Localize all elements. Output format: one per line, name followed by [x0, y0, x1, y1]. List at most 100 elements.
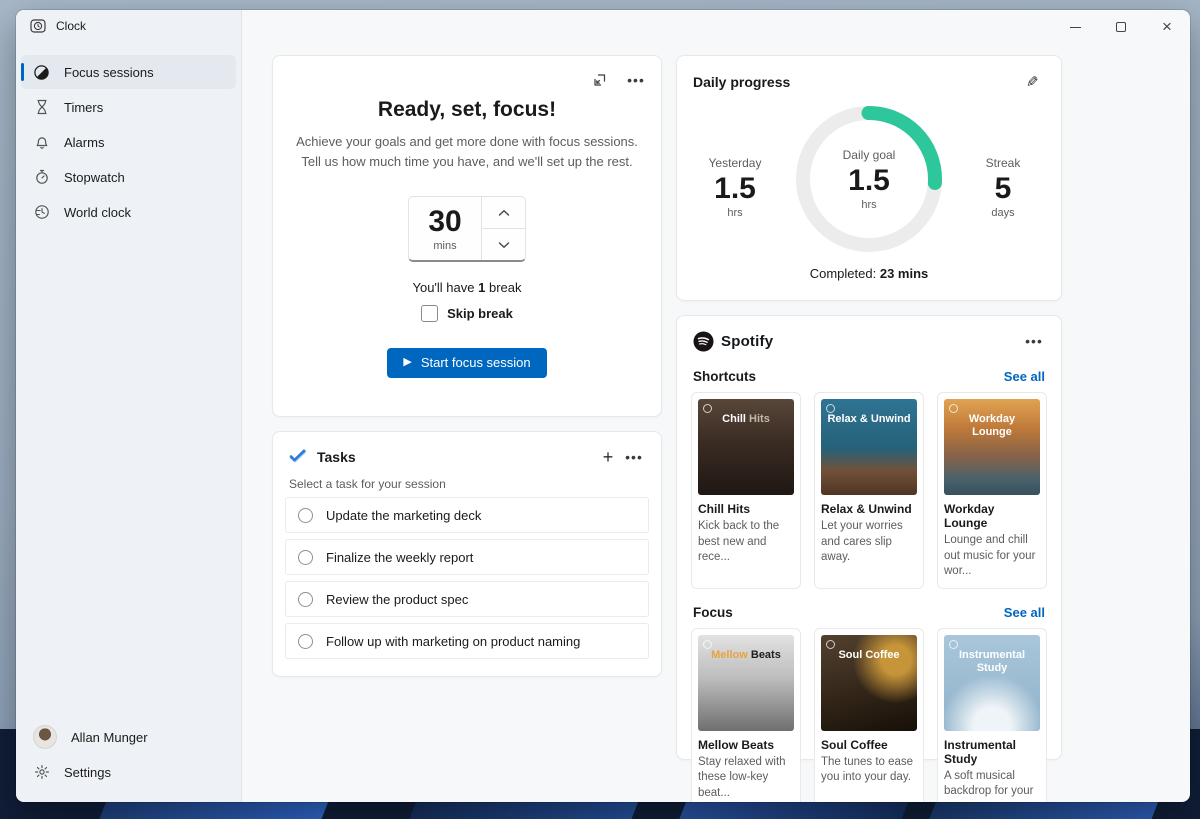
- stopwatch-icon: [33, 169, 50, 186]
- add-task-button[interactable]: +: [595, 445, 621, 469]
- duration-value: 30: [409, 207, 481, 237]
- focus-see-all-link[interactable]: See all: [1004, 605, 1045, 620]
- task-radio[interactable]: [298, 508, 313, 523]
- playlist-art: Workday Lounge: [944, 399, 1040, 495]
- user-name: Allan Munger: [71, 730, 148, 745]
- task-list: Update the marketing deck Finalize the w…: [273, 497, 661, 659]
- sidebar-item-label: Timers: [64, 100, 103, 115]
- duration-unit: mins: [409, 240, 481, 252]
- spotify-more-button[interactable]: •••: [1021, 329, 1047, 353]
- minimize-button[interactable]: [1052, 10, 1098, 44]
- sidebar-item-settings[interactable]: Settings: [21, 755, 236, 789]
- playlist-title: Chill Hits: [698, 502, 794, 516]
- playlist-title: Soul Coffee: [821, 738, 917, 752]
- sidebar-item-focus-sessions[interactable]: Focus sessions: [21, 55, 236, 89]
- playlist-title: Mellow Beats: [698, 738, 794, 752]
- popout-button[interactable]: [587, 68, 613, 92]
- playlist-tile-mellow-beats[interactable]: Mellow Beats Mellow Beats Stay relaxed w…: [691, 628, 801, 802]
- playlist-art: Soul Coffee: [821, 635, 917, 731]
- sidebar-item-alarms[interactable]: Alarms: [21, 125, 236, 159]
- tasks-title: Tasks: [317, 449, 595, 465]
- focus-subtitle: Achieve your goals and get more done wit…: [273, 132, 661, 172]
- playlist-tile-chill-hits[interactable]: Chill Hits Chill Hits Kick back to the b…: [691, 392, 801, 589]
- settings-label: Settings: [64, 765, 111, 780]
- task-row[interactable]: Update the marketing deck: [285, 497, 649, 533]
- task-label: Update the marketing deck: [326, 508, 481, 523]
- spotify-card: Spotify ••• Shortcuts See all Chill Hits…: [676, 315, 1062, 760]
- chevron-up-icon: [498, 209, 510, 217]
- alarms-icon: [33, 134, 50, 151]
- playlist-art: Chill Hits: [698, 399, 794, 495]
- stat-streak: Streak 5 days: [955, 156, 1051, 219]
- playlist-art: Mellow Beats: [698, 635, 794, 731]
- daily-goal-value: 1.5: [848, 164, 890, 197]
- focus-card-more-button[interactable]: •••: [623, 68, 649, 92]
- ellipsis-icon: •••: [1025, 338, 1043, 344]
- focus-sessions-icon: [33, 64, 50, 81]
- clock-app-window: Clock Focus sessions Timers Alarms: [16, 10, 1190, 802]
- task-label: Follow up with marketing on product nami…: [326, 634, 580, 649]
- spotify-mini-icon: [703, 404, 712, 413]
- main-content: ••• Ready, set, focus! Achieve your goal…: [242, 10, 1190, 802]
- completed-status: Completed: 23 mins: [677, 266, 1061, 281]
- edit-goal-button[interactable]: ✎: [1019, 70, 1045, 94]
- sidebar-item-label: Focus sessions: [64, 65, 154, 80]
- task-radio[interactable]: [298, 550, 313, 565]
- playlist-desc: Let your worries and cares slip away.: [821, 519, 917, 566]
- playlist-tile-workday-lounge[interactable]: Workday Lounge Workday Lounge Lounge and…: [937, 392, 1047, 589]
- task-row[interactable]: Finalize the weekly report: [285, 539, 649, 575]
- close-icon: ×: [1162, 17, 1172, 37]
- shortcuts-see-all-link[interactable]: See all: [1004, 369, 1045, 384]
- spotify-logo-icon: [693, 331, 714, 352]
- duration-increase-button[interactable]: [482, 197, 525, 228]
- skip-break-checkbox[interactable]: [421, 305, 438, 322]
- break-count: 1: [478, 280, 485, 295]
- task-radio[interactable]: [298, 634, 313, 649]
- user-profile-item[interactable]: Allan Munger: [21, 720, 236, 754]
- playlist-tile-instrumental-study[interactable]: Instrumental Study Instrumental Study A …: [937, 628, 1047, 802]
- playlist-desc: Kick back to the best new and rece...: [698, 519, 794, 566]
- spotify-mini-icon: [949, 640, 958, 649]
- duration-field[interactable]: 30 mins: [409, 197, 481, 260]
- pencil-icon: ✎: [1026, 73, 1039, 91]
- todo-icon: [289, 448, 307, 466]
- duration-decrease-button[interactable]: [482, 228, 525, 260]
- tasks-card: Tasks + ••• Select a task for your sessi…: [272, 431, 662, 677]
- daily-progress-card: Daily progress ✎ Yesterday 1.5 hrs Daily…: [676, 55, 1062, 301]
- playlist-art: Instrumental Study: [944, 635, 1040, 731]
- maximize-icon: [1116, 22, 1126, 32]
- play-icon: ▶: [403, 357, 411, 368]
- start-focus-session-button[interactable]: ▶ Start focus session: [387, 348, 546, 378]
- playlist-tile-relax-unwind[interactable]: Relax & Unwind Relax & Unwind Let your w…: [814, 392, 924, 589]
- playlist-title: Workday Lounge: [944, 502, 1040, 530]
- gear-icon: [33, 764, 50, 781]
- task-row[interactable]: Review the product spec: [285, 581, 649, 617]
- sidebar-item-world-clock[interactable]: World clock: [21, 195, 236, 229]
- playlist-title: Relax & Unwind: [821, 502, 917, 516]
- playlist-tile-soul-coffee[interactable]: Soul Coffee Soul Coffee The tunes to eas…: [814, 628, 924, 802]
- tasks-more-button[interactable]: •••: [621, 445, 647, 469]
- sidebar-item-timers[interactable]: Timers: [21, 90, 236, 124]
- skip-break-label: Skip break: [447, 306, 513, 321]
- spotify-mini-icon: [949, 404, 958, 413]
- timers-icon: [33, 99, 50, 116]
- close-button[interactable]: ×: [1144, 10, 1190, 44]
- sidebar-item-label: World clock: [64, 205, 131, 220]
- tasks-subtitle: Select a task for your session: [273, 469, 661, 497]
- task-radio[interactable]: [298, 592, 313, 607]
- plus-icon: +: [603, 447, 614, 468]
- spotify-mini-icon: [826, 640, 835, 649]
- sidebar-item-stopwatch[interactable]: Stopwatch: [21, 160, 236, 194]
- chevron-down-icon: [498, 241, 510, 249]
- stat-yesterday: Yesterday 1.5 hrs: [687, 156, 783, 219]
- playlist-title: Instrumental Study: [944, 738, 1040, 766]
- break-info: You'll have 1 break: [273, 280, 661, 295]
- task-row[interactable]: Follow up with marketing on product nami…: [285, 623, 649, 659]
- sidebar: Clock Focus sessions Timers Alarms: [16, 10, 242, 802]
- shortcuts-heading: Shortcuts: [693, 369, 756, 384]
- popout-icon: [592, 72, 608, 88]
- playlist-desc: Lounge and chill out music for your wor.…: [944, 533, 1040, 580]
- start-button-label: Start focus session: [421, 355, 531, 370]
- maximize-button[interactable]: [1098, 10, 1144, 44]
- minimize-icon: [1070, 27, 1081, 28]
